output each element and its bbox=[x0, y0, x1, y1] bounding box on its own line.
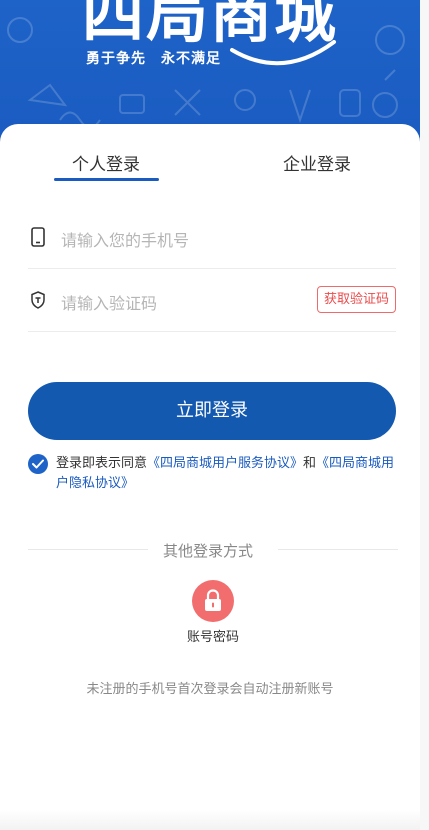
active-tab-indicator bbox=[54, 178, 159, 181]
other-login-title: 其他登录方式 bbox=[163, 542, 254, 560]
phone-field[interactable]: 请输入您的手机号 bbox=[28, 205, 396, 269]
slogan: 勇于争先 永不满足 bbox=[86, 51, 221, 67]
phone-icon bbox=[31, 227, 45, 247]
agreement-prefix: 登录即表示同意 bbox=[56, 456, 148, 471]
password-login-label: 账号密码 bbox=[186, 630, 239, 645]
edge-strip bbox=[420, 0, 429, 830]
divider-left bbox=[28, 549, 148, 550]
password-login-circle[interactable] bbox=[192, 580, 234, 622]
code-field[interactable]: 请输入验证码 获取验证码 bbox=[28, 268, 396, 332]
shield-icon bbox=[31, 291, 45, 309]
phone-input[interactable]: 请输入您的手机号 bbox=[61, 227, 189, 251]
password-login-option[interactable]: 账号密码 bbox=[183, 580, 243, 645]
bottom-edge bbox=[0, 810, 420, 830]
divider-right bbox=[278, 549, 398, 550]
checkmark-icon bbox=[32, 459, 44, 469]
lock-icon bbox=[205, 589, 221, 611]
logo-swoosh-icon bbox=[230, 40, 336, 66]
agreement-text: 登录即表示同意《四局商城用户服务协议》和《四局商城用户隐私协议》 bbox=[56, 454, 398, 494]
tab-personal-login[interactable]: 个人登录 bbox=[72, 150, 140, 175]
login-button[interactable]: 立即登录 bbox=[28, 382, 396, 440]
auto-register-notice: 未注册的手机号首次登录会自动注册新账号 bbox=[86, 682, 334, 697]
agreement-and: 和 bbox=[303, 456, 317, 471]
tab-enterprise-login[interactable]: 企业登录 bbox=[283, 150, 351, 175]
code-input[interactable]: 请输入验证码 bbox=[61, 290, 157, 314]
agreement-checkbox[interactable] bbox=[28, 454, 48, 474]
get-code-button[interactable]: 获取验证码 bbox=[316, 286, 396, 313]
service-agreement-link[interactable]: 《四局商城用户服务协议》 bbox=[147, 456, 303, 471]
